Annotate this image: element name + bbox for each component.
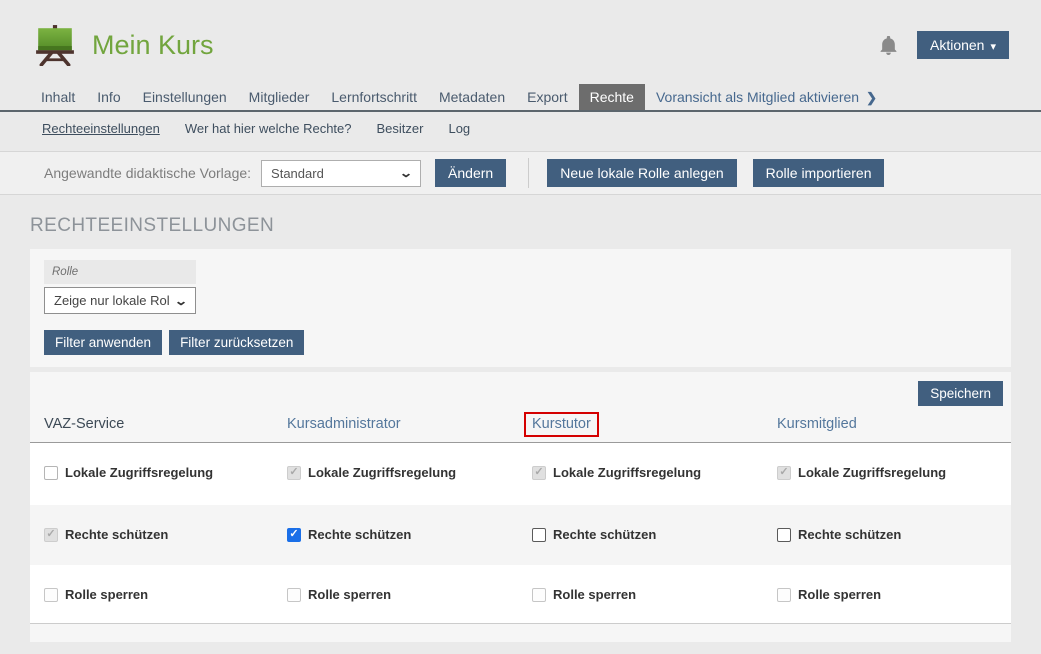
checkbox[interactable] [287, 528, 301, 542]
tab-einstellungen[interactable]: Einstellungen [132, 84, 238, 110]
checkbox-label: Rechte schützen [798, 527, 901, 542]
checkbox-label: Rolle sperren [798, 587, 881, 602]
checkbox-label: Rolle sperren [553, 587, 636, 602]
permission-cell: Rolle sperren [44, 565, 287, 602]
table-row-rechte-sch-tzen: Rechte schützen Rechte schützen Rechte sch… [30, 505, 1011, 565]
role-filter-select[interactable]: Zeige nur lokale Rol ⌄ [44, 287, 196, 314]
checkbox[interactable] [532, 588, 546, 602]
chevron-right-icon: ❯ [866, 90, 877, 105]
table-row-lokale-zugriffsregelung: Lokale Zugriffsregelung Lokale Zugriffsre… [30, 443, 1011, 505]
template-label: Angewandte didaktische Vorlage: [44, 165, 251, 181]
column-header-kursmitglied[interactable]: Kursmitglied [777, 416, 997, 432]
subtab-rechteeinstellungen[interactable]: Rechteeinstellungen [42, 121, 160, 136]
column-label[interactable]: Kursmitglied [777, 416, 857, 432]
checkbox-label: Lokale Zugriffsregelung [553, 465, 701, 480]
section-heading: RECHTEEINSTELLUNGEN [30, 215, 1041, 237]
subtab-besitzer[interactable]: Besitzer [377, 121, 424, 136]
tab-metadaten[interactable]: Metadaten [428, 84, 516, 110]
column-header-kursadministrator[interactable]: Kursadministrator [287, 416, 532, 432]
tab-lernfortschritt[interactable]: Lernfortschritt [320, 84, 428, 110]
change-template-button[interactable]: Ändern [435, 159, 506, 187]
permission-cell: Rolle sperren [777, 565, 997, 602]
filter-panel: Rolle Zeige nur lokale Rol ⌄ Filter anwe… [30, 249, 1011, 367]
checkbox[interactable] [532, 528, 546, 542]
checkbox [287, 466, 301, 480]
filter-reset-button[interactable]: Filter zurücksetzen [169, 330, 304, 355]
new-local-role-button[interactable]: Neue lokale Rolle anlegen [547, 159, 736, 187]
easel-icon [34, 24, 76, 66]
filter-apply-button[interactable]: Filter anwenden [44, 330, 162, 355]
tab-info[interactable]: Info [86, 84, 131, 110]
checkbox-label: Rechte schützen [308, 527, 411, 542]
tab-bar: InhaltInfoEinstellungenMitgliederLernfor… [0, 84, 1041, 112]
checkbox-label: Rolle sperren [308, 587, 391, 602]
checkbox[interactable] [44, 466, 58, 480]
bell-icon[interactable] [880, 36, 897, 55]
tab-inhalt[interactable]: Inhalt [30, 84, 86, 110]
save-button[interactable]: Speichern [918, 381, 1003, 406]
permission-cell: Rechte schützen [777, 505, 997, 542]
highlighted-column-label[interactable]: Kurstutor [524, 412, 599, 437]
tab-export[interactable]: Export [516, 84, 578, 110]
actions-button-label: Aktionen [930, 37, 984, 53]
permission-cell: Lokale Zugriffsregelung [287, 443, 532, 480]
page-title: Mein Kurs [92, 30, 214, 61]
checkbox[interactable] [777, 528, 791, 542]
checkbox[interactable] [777, 588, 791, 602]
checkbox-label: Rechte schützen [65, 527, 168, 542]
checkbox-label: Lokale Zugriffsregelung [65, 465, 213, 480]
checkbox [532, 466, 546, 480]
checkbox-label: Lokale Zugriffsregelung [798, 465, 946, 480]
checkbox[interactable] [44, 588, 58, 602]
tab-mitglieder[interactable]: Mitglieder [238, 84, 321, 110]
permission-rows: Lokale Zugriffsregelung Lokale Zugriffsre… [30, 443, 1011, 624]
template-toolbar: Angewandte didaktische Vorlage: Standard… [0, 151, 1041, 195]
permission-cell: Rolle sperren [532, 565, 777, 602]
column-label[interactable]: Kursadministrator [287, 416, 401, 432]
checkbox-label: Lokale Zugriffsregelung [308, 465, 456, 480]
chevron-down-icon: ⌄ [399, 166, 413, 180]
permission-cell: Rechte schützen [44, 505, 287, 542]
template-select[interactable]: Standard ⌄ [261, 160, 421, 187]
subtab-wer-hat-hier-welche-rechte[interactable]: Wer hat hier welche Rechte? [185, 121, 352, 136]
tab-voransicht-als-mitglied-aktivieren[interactable]: Voransicht als Mitglied aktivieren❯ [645, 84, 888, 110]
subtab-log[interactable]: Log [448, 121, 470, 136]
chevron-down-icon: ▾ [990, 41, 996, 53]
column-header-kurstutor[interactable]: Kurstutor [532, 416, 777, 433]
actions-button[interactable]: Aktionen ▾ [917, 31, 1009, 59]
toolbar-divider [528, 158, 529, 188]
checkbox-label: Rolle sperren [65, 587, 148, 602]
column-header-row: VAZ-ServiceKursadministratorKurstutorKur… [30, 406, 1011, 443]
permission-cell: Lokale Zugriffsregelung [777, 443, 997, 480]
permissions-table: Speichern VAZ-Service Kursadministrator Ku… [30, 372, 1011, 642]
role-filter-select-value: Zeige nur lokale Rol [54, 293, 170, 308]
column-label: VAZ-Service [44, 416, 124, 432]
subtab-bar: Rechteeinstellungen Wer hat hier welche R… [0, 112, 1041, 147]
tab-rechte[interactable]: Rechte [579, 84, 645, 110]
permission-cell: Rechte schützen [287, 505, 532, 542]
column-header-vaz-service: VAZ-Service [44, 416, 287, 432]
permission-cell: Lokale Zugriffsregelung [532, 443, 777, 480]
import-role-button[interactable]: Rolle importieren [753, 159, 885, 187]
table-row-rolle-sperren: Rolle sperren Rolle sperren Rolle sperren R… [30, 565, 1011, 623]
chevron-down-icon: ⌄ [174, 294, 188, 308]
checkbox [44, 528, 58, 542]
header: Mein Kurs Aktionen ▾ [0, 0, 1041, 84]
checkbox-label: Rechte schützen [553, 527, 656, 542]
template-select-value: Standard [271, 166, 324, 181]
checkbox[interactable] [287, 588, 301, 602]
role-filter-label: Rolle [44, 260, 196, 284]
checkbox [777, 466, 791, 480]
permission-cell: Rechte schützen [532, 505, 777, 542]
permission-cell: Rolle sperren [287, 565, 532, 602]
permission-cell: Lokale Zugriffsregelung [44, 443, 287, 480]
